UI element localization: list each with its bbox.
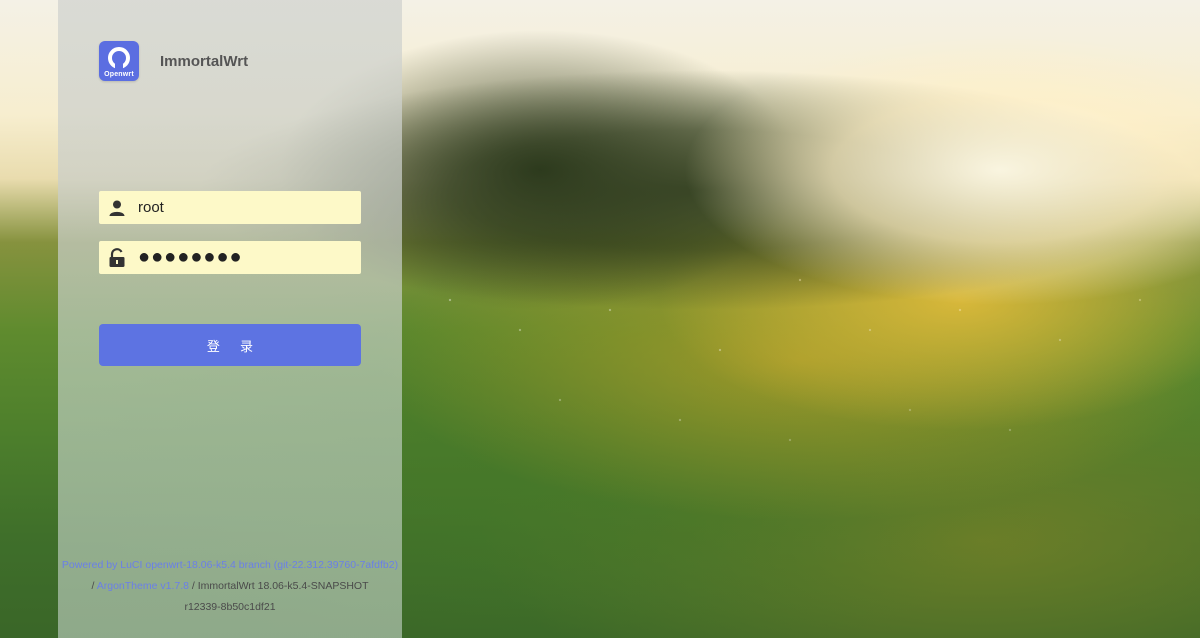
login-button[interactable]: 登 录 — [99, 324, 361, 366]
username-field[interactable] — [99, 191, 361, 224]
footer-separator: / — [191, 580, 195, 592]
footer-line-2: / ArgonTheme v1.7.8 / ImmortalWrt 18.06-… — [58, 576, 402, 597]
password-input[interactable] — [135, 242, 358, 273]
luci-link[interactable]: Powered by LuCI openwrt-18.06-k5.4 branc… — [62, 559, 398, 571]
login-page: Openwrt ImmortalWrt 登 — [0, 0, 1200, 638]
footer: Powered by LuCI openwrt-18.06-k5.4 branc… — [58, 555, 402, 618]
argon-theme-link[interactable]: ArgonTheme v1.7.8 — [97, 580, 189, 592]
login-panel: Openwrt ImmortalWrt 登 — [58, 0, 402, 638]
firmware-revision: r12339-8b50c1df21 — [184, 601, 276, 613]
firmware-version: ImmortalWrt 18.06-k5.4-SNAPSHOT — [197, 580, 369, 592]
user-icon — [99, 191, 135, 224]
footer-line-1: Powered by LuCI openwrt-18.06-k5.4 branc… — [58, 555, 402, 576]
footer-separator: / — [91, 580, 95, 592]
username-input[interactable] — [135, 192, 358, 223]
openwrt-logo-icon: Openwrt — [99, 41, 139, 81]
unlock-icon — [99, 241, 135, 274]
footer-line-3: r12339-8b50c1df21 — [58, 597, 402, 618]
brand: Openwrt ImmortalWrt — [99, 41, 248, 81]
logo-text: Openwrt — [104, 71, 134, 78]
password-field[interactable] — [99, 241, 361, 274]
brand-name: ImmortalWrt — [160, 52, 249, 70]
